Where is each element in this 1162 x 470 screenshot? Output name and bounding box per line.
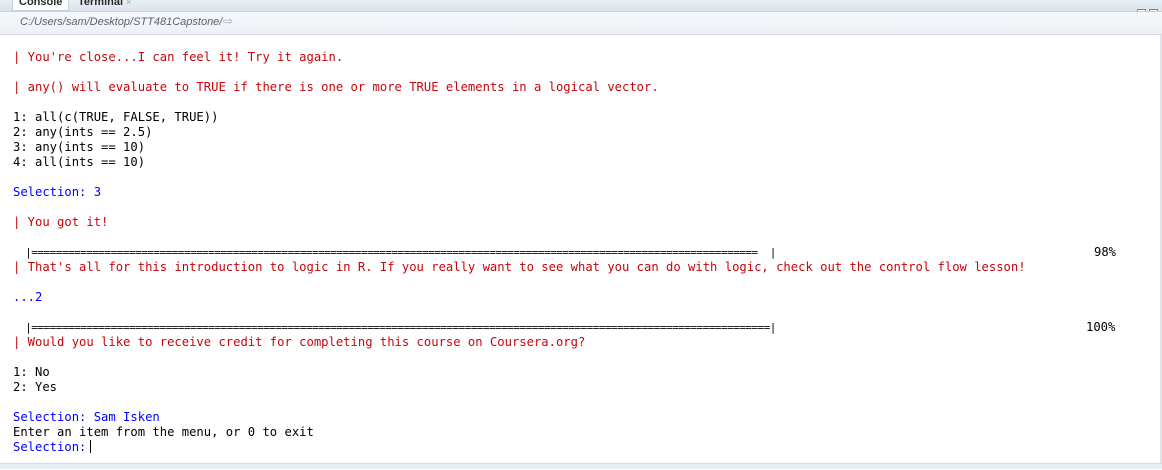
menu-option: 2: any(ints == 2.5) — [13, 125, 153, 139]
menu-option: 3: any(ints == 10) — [13, 140, 146, 154]
message-any: | any() will evaluate to TRUE if there i… — [13, 80, 659, 94]
selection-input: Selection: Sam Isken — [13, 410, 160, 424]
menu-option: 1: No — [13, 365, 50, 379]
tab-console[interactable]: Console — [12, 0, 70, 11]
menu-option: 4: all(ints == 10) — [13, 155, 146, 169]
enter-item-message: Enter an item from the menu, or 0 to exi… — [13, 425, 314, 439]
window-controls — [1134, 1, 1158, 11]
message-got-it: | You got it! — [13, 215, 109, 229]
message-end: | That's all for this introduction to lo… — [13, 260, 1026, 274]
goto-directory-icon[interactable]: ⇨ — [223, 14, 233, 28]
message-close: | You're close...I can feel it! Try it a… — [13, 50, 344, 64]
continue-prompt: ...2 — [13, 290, 43, 304]
menu-option: 1: all(c(TRUE, FALSE, TRUE)) — [13, 110, 219, 124]
console-prompt[interactable]: Selection: — [13, 440, 92, 455]
pane-bottom-edge — [0, 463, 1162, 469]
tab-terminal[interactable]: Terminal × — [72, 0, 137, 10]
close-icon[interactable]: × — [126, 0, 131, 7]
menu-option: 2: Yes — [13, 380, 58, 394]
progress-percent: 98% — [1094, 245, 1117, 259]
pane-tab-bar: Console Terminal × — [0, 0, 1162, 12]
selection-input: Selection: 3 — [13, 185, 102, 199]
progress-bar: |=======================================… — [13, 246, 776, 259]
tab-terminal-label: Terminal — [78, 0, 124, 8]
message-credit: | Would you like to receive credit for c… — [13, 335, 586, 349]
console-output[interactable]: | You're close...I can feel it! Try it a… — [13, 35, 1162, 463]
text-cursor — [90, 440, 92, 453]
working-directory-bar: C:/Users/sam/Desktop/STT481Capstone/ ⇨ — [0, 12, 1162, 35]
prompt-label: Selection: — [13, 440, 87, 454]
progress-percent: 100% — [1086, 320, 1116, 334]
progress-bar: |=======================================… — [13, 321, 776, 334]
working-directory-path: C:/Users/sam/Desktop/STT481Capstone/ — [20, 16, 223, 28]
tab-console-label: Console — [19, 0, 63, 8]
